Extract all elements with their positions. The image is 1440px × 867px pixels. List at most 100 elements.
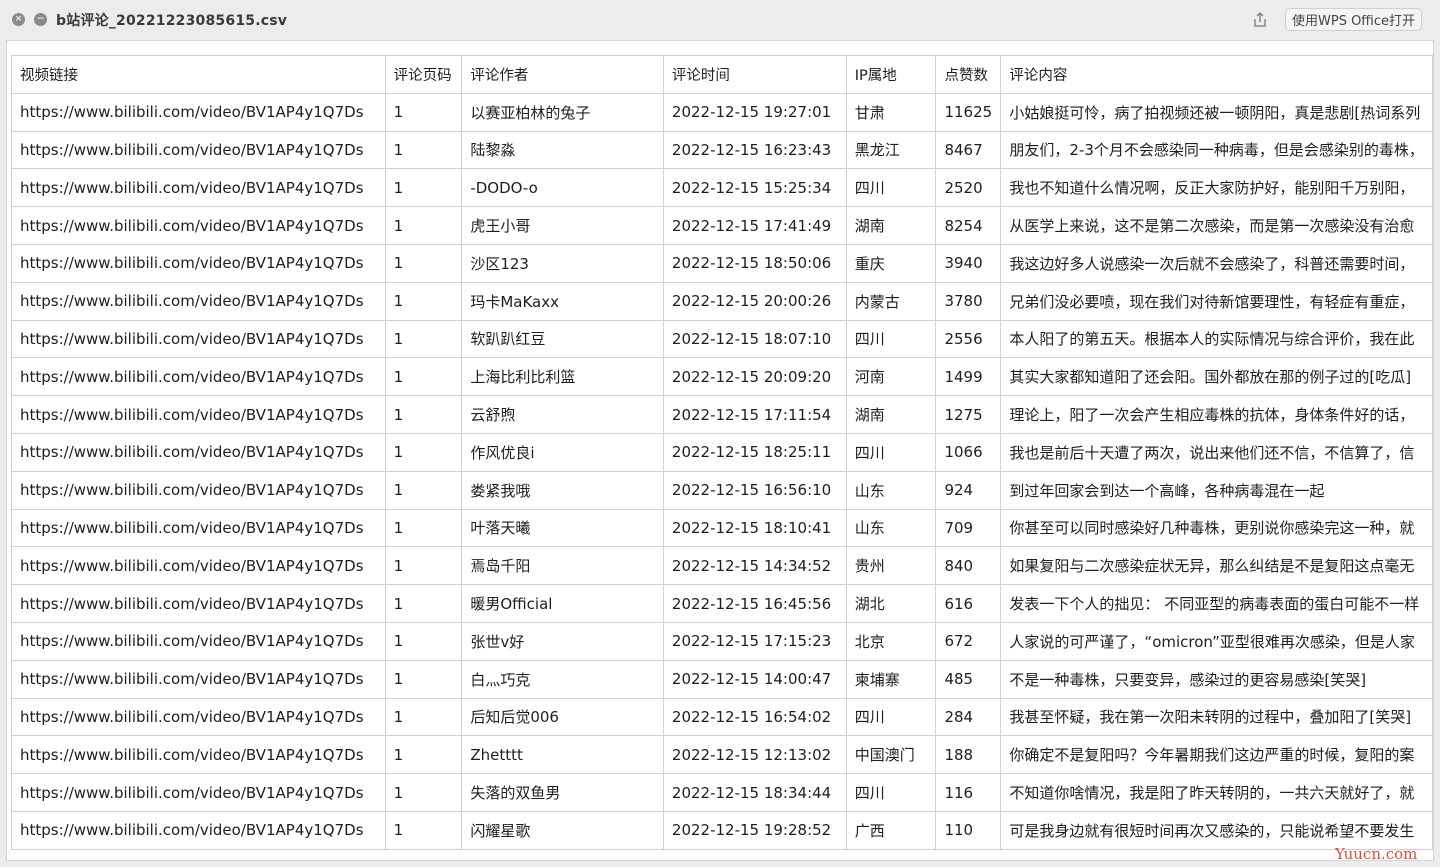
table-cell: 110 [935, 810, 1002, 850]
table-cell: 2022-12-15 16:56:10 [662, 470, 847, 510]
table-cell: 3780 [935, 281, 1002, 321]
table-cell: 湖南 [845, 206, 937, 245]
table-cell: 1 [384, 508, 463, 548]
share-icon[interactable] [1251, 11, 1269, 29]
table-row: https://www.bilibili.com/video/BV1AP4y1Q… [11, 395, 1433, 434]
table-row: https://www.bilibili.com/video/BV1AP4y1Q… [11, 168, 1433, 208]
open-with-wps-button[interactable]: 使用WPS Office打开 [1285, 8, 1423, 31]
table-cell: 陆黎淼 [461, 130, 664, 170]
table-row: https://www.bilibili.com/video/BV1AP4y1Q… [11, 281, 1433, 321]
column-header: 评论页码 [384, 55, 463, 94]
table-cell: 1 [384, 432, 463, 472]
table-cell: 485 [935, 659, 1002, 699]
csv-preview[interactable]: 视频链接 评论页码 评论作者 评论时间 IP属地 点赞数 评论内容 https:… [6, 40, 1434, 861]
column-header: 评论作者 [461, 55, 664, 94]
table-cell: 小姑娘挺可怜，病了拍视频还被一顿阴阳，真是悲剧[热词系列 [1000, 92, 1433, 132]
table-cell: 924 [935, 470, 1002, 510]
table-cell: 1499 [935, 357, 1002, 397]
table-cell: 2022-12-15 16:45:56 [662, 584, 847, 623]
table-cell: 软趴趴红豆 [461, 319, 664, 359]
table-cell: 1275 [935, 395, 1002, 434]
header-row: 视频链接 评论页码 评论作者 评论时间 IP属地 点赞数 评论内容 [11, 55, 1433, 94]
table-cell: 1 [384, 243, 463, 283]
table-cell: 发表一下个人的拙见： 不同亚型的病毒表面的蛋白可能不一样 [1000, 584, 1433, 623]
table-cell: https://www.bilibili.com/video/BV1AP4y1Q… [11, 243, 386, 283]
table-row: https://www.bilibili.com/video/BV1AP4y1Q… [11, 432, 1433, 472]
table-cell: 2022-12-15 20:00:26 [662, 281, 847, 321]
table-cell: 2022-12-15 18:34:44 [662, 773, 847, 812]
minimize-icon[interactable]: − [34, 13, 47, 26]
table-cell: 可是我身边就有很短时间再次又感染的，只能说希望不要发生 [1000, 810, 1433, 850]
table-cell: 从医学上来说，这不是第二次感染，而是第一次感染没有治愈 [1000, 206, 1433, 245]
table-cell: 2022-12-15 18:10:41 [662, 508, 847, 548]
table-cell: https://www.bilibili.com/video/BV1AP4y1Q… [11, 130, 386, 170]
table-cell: 2022-12-15 18:50:06 [662, 243, 847, 283]
table-cell: https://www.bilibili.com/video/BV1AP4y1Q… [11, 659, 386, 699]
table-cell: 2022-12-15 18:07:10 [662, 319, 847, 359]
table-cell: 2556 [935, 319, 1002, 359]
close-icon[interactable]: × [12, 13, 25, 26]
table-cell: 8467 [935, 130, 1002, 170]
comments-table: 视频链接 评论页码 评论作者 评论时间 IP属地 点赞数 评论内容 https:… [11, 55, 1433, 850]
table-cell: 116 [935, 773, 1002, 812]
table-cell: 如果复阳与二次感染症状无异，那么纠结是不是复阳这点毫无 [1000, 546, 1433, 586]
table-cell: https://www.bilibili.com/video/BV1AP4y1Q… [11, 546, 386, 586]
title-bar: × − b站评论_20221223085615.csv 使用WPS Office… [0, 0, 1440, 40]
table-cell: 1 [384, 810, 463, 850]
table-cell: 2022-12-15 12:13:02 [662, 735, 847, 775]
table-cell: 朋友们，2-3个月不会感染同一种病毒，但是会感染别的毒株， [1000, 130, 1433, 170]
table-cell: 作风优良i [461, 432, 664, 472]
table-row: https://www.bilibili.com/video/BV1AP4y1Q… [11, 508, 1433, 548]
table-cell: 1 [384, 735, 463, 775]
table-cell: 1 [384, 395, 463, 434]
table-cell: https://www.bilibili.com/video/BV1AP4y1Q… [11, 432, 386, 472]
table-row: https://www.bilibili.com/video/BV1AP4y1Q… [11, 584, 1433, 623]
watermark: Yuucn.com [1335, 845, 1418, 861]
table-row: https://www.bilibili.com/video/BV1AP4y1Q… [11, 243, 1433, 283]
table-cell: 你确定不是复阳吗？今年暑期我们这边严重的时候，复阳的案 [1000, 735, 1433, 775]
table-cell: https://www.bilibili.com/video/BV1AP4y1Q… [11, 92, 386, 132]
table-cell: 四川 [845, 697, 937, 737]
table-cell: 人家说的可严谨了，“omicron”亚型很难再次感染，但是人家 [1000, 621, 1433, 661]
table-row: https://www.bilibili.com/video/BV1AP4y1Q… [11, 773, 1433, 812]
table-cell: 贵州 [845, 546, 937, 586]
table-cell: 湖北 [845, 584, 937, 623]
table-cell: 其实大家都知道阳了还会阳。国外都放在那的例子过的[吃瓜] [1000, 357, 1433, 397]
table-cell: 叶落天曦 [461, 508, 664, 548]
table-cell: 沙区123 [461, 243, 664, 283]
table-cell: 山东 [845, 470, 937, 510]
table-cell: 张世v好 [461, 621, 664, 661]
table-cell: https://www.bilibili.com/video/BV1AP4y1Q… [11, 281, 386, 321]
table-cell: 上海比利比利篮 [461, 357, 664, 397]
table-cell: 2520 [935, 168, 1002, 208]
table-cell: https://www.bilibili.com/video/BV1AP4y1Q… [11, 621, 386, 661]
table-cell: 到过年回家会到达一个高峰，各种病毒混在一起 [1000, 470, 1433, 510]
table-cell: 2022-12-15 15:25:34 [662, 168, 847, 208]
table-cell: 甘肃 [845, 92, 937, 132]
table-cell: 焉岛千阳 [461, 546, 664, 586]
table-cell: 黑龙江 [845, 130, 937, 170]
table-cell: 2022-12-15 19:27:01 [662, 92, 847, 132]
table-row: https://www.bilibili.com/video/BV1AP4y1Q… [11, 735, 1433, 775]
table-cell: 1 [384, 697, 463, 737]
table-cell: 四川 [845, 432, 937, 472]
table-cell: 山东 [845, 508, 937, 548]
table-cell: 188 [935, 735, 1002, 775]
table-cell: 广西 [845, 810, 937, 850]
table-cell: 11625 [935, 92, 1002, 132]
table-cell: 本人阳了的第五天。根据本人的实际情况与综合评价，我在此 [1000, 319, 1433, 359]
table-cell: https://www.bilibili.com/video/BV1AP4y1Q… [11, 357, 386, 397]
table-cell: 以赛亚柏林的兔子 [461, 92, 664, 132]
table-cell: 616 [935, 584, 1002, 623]
table-cell: 白灬巧克 [461, 659, 664, 699]
table-cell: 1 [384, 92, 463, 132]
table-cell: https://www.bilibili.com/video/BV1AP4y1Q… [11, 508, 386, 548]
table-cell: 云舒煦 [461, 395, 664, 434]
table-cell: 284 [935, 697, 1002, 737]
table-cell: 理论上，阳了一次会产生相应毒株的抗体，身体条件好的话， [1000, 395, 1433, 434]
table-cell: 1 [384, 168, 463, 208]
column-header: 视频链接 [11, 55, 386, 94]
table-cell: 1 [384, 470, 463, 510]
table-cell: 我甚至怀疑，我在第一次阳未转阴的过程中，叠加阳了[笑哭] [1000, 697, 1433, 737]
table-cell: 四川 [845, 773, 937, 812]
